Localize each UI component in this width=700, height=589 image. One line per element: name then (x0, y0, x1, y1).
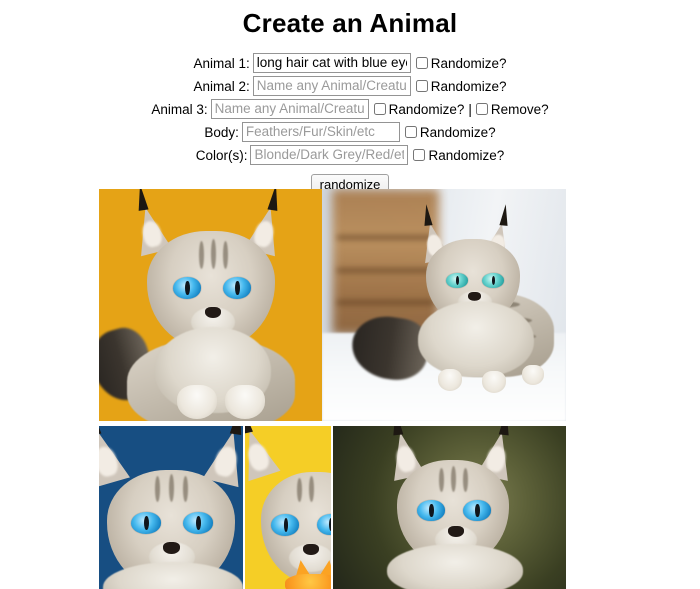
cat-nose (205, 307, 221, 318)
form-row-colors: Color(s): Randomize? (0, 145, 700, 165)
results-row-bottom (99, 426, 566, 589)
cat-eye-right (183, 512, 213, 534)
cat-nose (163, 542, 180, 554)
cat-ear-left (99, 426, 130, 488)
cat-ruff (387, 544, 523, 589)
body-input[interactable] (241, 122, 400, 142)
cat-nose (448, 526, 464, 537)
randomize-group-animal-2: Randomize? (415, 78, 507, 94)
randomize-checkbox-animal-2[interactable] (415, 80, 428, 92)
remove-group-animal-3: Remove? (475, 101, 549, 117)
randomize-label-colors: Randomize? (428, 147, 505, 163)
cat-eye-right (482, 273, 504, 288)
cat-paw-left (438, 369, 462, 391)
randomize-label-body: Randomize? (419, 124, 496, 140)
page-root: Create an Animal Animal 1: Randomize? An… (0, 0, 700, 589)
randomize-group-body: Randomize? (404, 124, 496, 140)
label-animal-3: Animal 3: (151, 101, 208, 117)
cat-paw-left (177, 385, 217, 419)
cat-nose (468, 292, 481, 301)
result-image-3[interactable] (99, 426, 244, 589)
randomize-group-animal-3: Randomize? (373, 101, 465, 117)
randomize-label-animal-3: Randomize? (388, 101, 465, 117)
cat-eye-right (463, 500, 491, 521)
result-image-2[interactable] (322, 189, 566, 421)
randomize-checkbox-body[interactable] (404, 126, 417, 138)
cat-eye-left (131, 512, 161, 534)
create-animal-form: Animal 1: Randomize? Animal 2: Randomize… (0, 53, 700, 195)
cat-eye-left (446, 273, 468, 288)
cat-paw-right (482, 371, 506, 393)
cat-ear-left (245, 426, 281, 482)
cat-eye-right (223, 277, 251, 299)
cat-eye-left (173, 277, 201, 299)
orange-toy (285, 574, 331, 589)
cat-ruff (418, 301, 534, 377)
results-grid (99, 189, 566, 589)
randomize-checkbox-colors[interactable] (413, 149, 426, 161)
row-separator: | (468, 101, 472, 117)
form-row-animal-3: Animal 3: Randomize? | Remove? (0, 99, 700, 119)
remove-checkbox-animal-3[interactable] (475, 103, 488, 115)
randomize-checkbox-animal-1[interactable] (415, 57, 428, 69)
result-image-4[interactable] (245, 426, 331, 589)
randomize-label-animal-2: Randomize? (430, 78, 507, 94)
result-image-1[interactable] (99, 189, 322, 421)
form-row-animal-2: Animal 2: Randomize? (0, 76, 700, 96)
randomize-checkbox-animal-3[interactable] (373, 103, 386, 115)
randomize-group-colors: Randomize? (413, 148, 504, 163)
label-animal-2: Animal 2: (193, 78, 250, 94)
form-row-animal-1: Animal 1: Randomize? (0, 53, 700, 73)
form-row-body: Body: Randomize? (0, 122, 700, 142)
result-image-5[interactable] (333, 426, 566, 589)
randomize-label-animal-1: Randomize? (430, 55, 507, 71)
colors-input[interactable] (250, 145, 409, 165)
label-animal-1: Animal 1: (193, 55, 250, 71)
cat-eye-left (417, 500, 445, 521)
results-row-top (99, 189, 566, 421)
cat-paw-rear (522, 365, 544, 385)
label-colors: Color(s): (195, 147, 248, 163)
randomize-group-animal-1: Randomize? (415, 55, 507, 71)
animal-3-input[interactable] (210, 99, 369, 119)
label-body: Body: (204, 124, 239, 140)
page-title: Create an Animal (242, 8, 458, 38)
animal-1-input[interactable] (252, 53, 411, 73)
animal-2-input[interactable] (252, 76, 411, 96)
cat-paw-right (225, 385, 265, 419)
remove-label-animal-3: Remove? (490, 101, 549, 117)
